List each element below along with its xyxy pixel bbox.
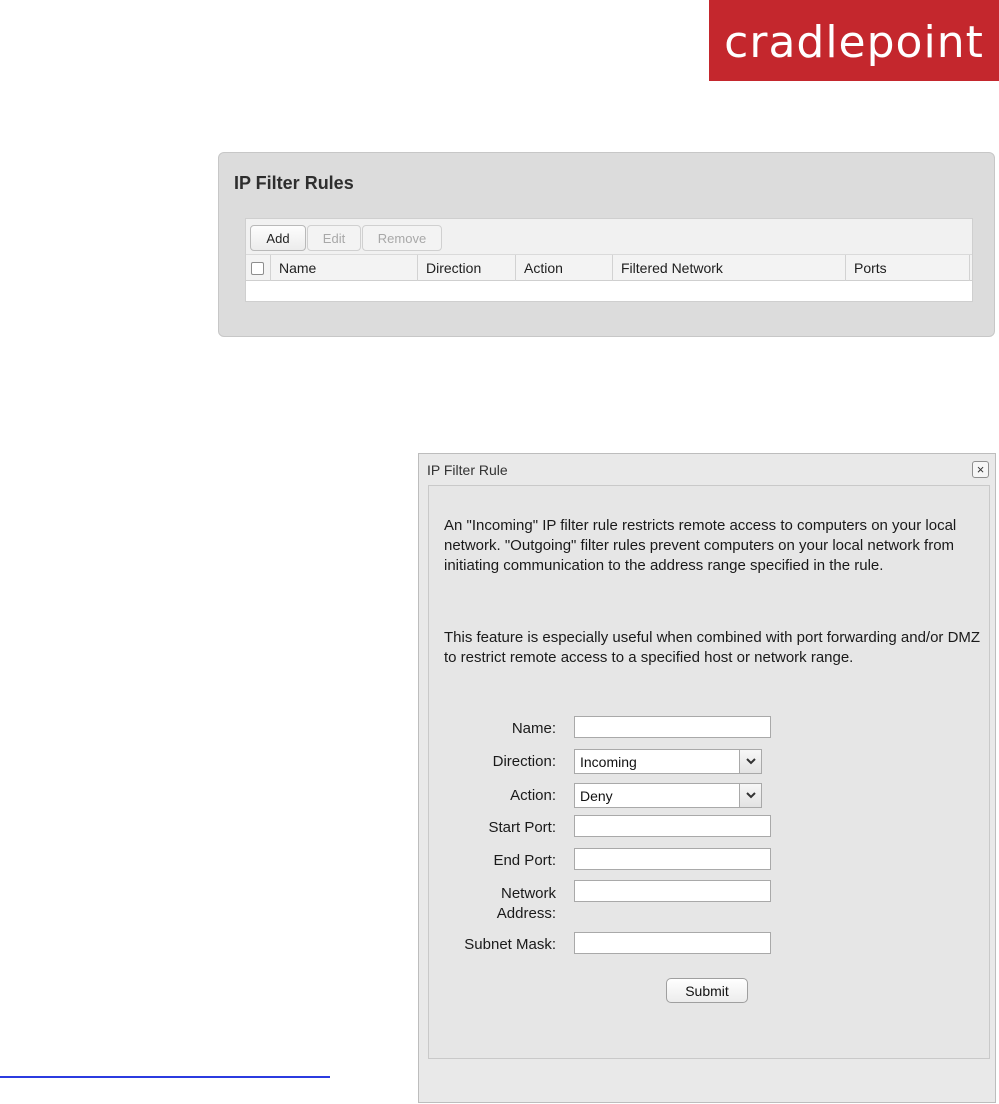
subnet-mask-input[interactable] [574, 932, 771, 954]
select-all-checkbox[interactable] [251, 262, 264, 275]
select-all-cell [246, 255, 271, 281]
column-header-direction[interactable]: Direction [418, 255, 516, 281]
add-button[interactable]: Add [250, 225, 306, 251]
start-port-label: Start Port: [488, 819, 556, 836]
name-label: Name: [511, 720, 556, 737]
dialog-body: An "Incoming" IP filter rule restricts r… [428, 485, 990, 1059]
direction-selected-value: Incoming [580, 753, 637, 770]
close-icon[interactable]: × [972, 461, 989, 478]
remove-button[interactable]: Remove [362, 225, 442, 251]
rules-grid: Add Edit Remove Name Direction Action Fi… [245, 218, 973, 302]
ip-filter-rule-dialog: IP Filter Rule × An "Incoming" IP filter… [418, 453, 996, 1103]
logo-text: cradlepoint [724, 17, 984, 68]
action-selected-value: Deny [580, 787, 613, 804]
grid-toolbar: Add Edit Remove [246, 219, 972, 257]
panel-title: IP Filter Rules [234, 173, 354, 193]
submit-button[interactable]: Submit [666, 978, 748, 1003]
description-usage: This feature is especially useful when c… [444, 629, 981, 666]
edit-button[interactable]: Edit [307, 225, 361, 251]
name-input[interactable] [574, 716, 771, 738]
end-port-label: End Port: [493, 852, 556, 869]
start-port-input[interactable] [574, 815, 771, 837]
grid-header-row: Name Direction Action Filtered Network P… [246, 254, 972, 281]
network-address-label: Network Address: [497, 884, 556, 924]
direction-select[interactable]: Incoming [574, 749, 762, 774]
column-header-ports[interactable]: Ports [846, 255, 970, 281]
chevron-down-icon[interactable] [739, 749, 762, 774]
column-header-action[interactable]: Action [516, 255, 613, 281]
ip-filter-rules-panel: IP Filter Rules Add Edit Remove Name Dir… [218, 152, 995, 337]
column-header-name[interactable]: Name [271, 255, 418, 281]
direction-label: Direction: [492, 753, 556, 770]
chevron-down-icon[interactable] [739, 783, 762, 808]
action-label: Action: [510, 787, 556, 804]
end-port-input[interactable] [574, 848, 771, 870]
subnet-mask-label: Subnet Mask: [464, 936, 556, 953]
description-incoming-outgoing: An "Incoming" IP filter rule restricts r… [444, 517, 957, 574]
network-address-label-line2: Address: [496, 905, 556, 922]
column-header-filtered-network[interactable]: Filtered Network [613, 255, 846, 281]
network-address-input[interactable] [574, 880, 771, 902]
link-underline [0, 1076, 330, 1078]
cradlepoint-logo: cradlepoint [709, 0, 999, 81]
action-select[interactable]: Deny [574, 783, 762, 808]
dialog-title: IP Filter Rule [427, 462, 508, 478]
network-address-label-line1: Network [500, 885, 556, 902]
